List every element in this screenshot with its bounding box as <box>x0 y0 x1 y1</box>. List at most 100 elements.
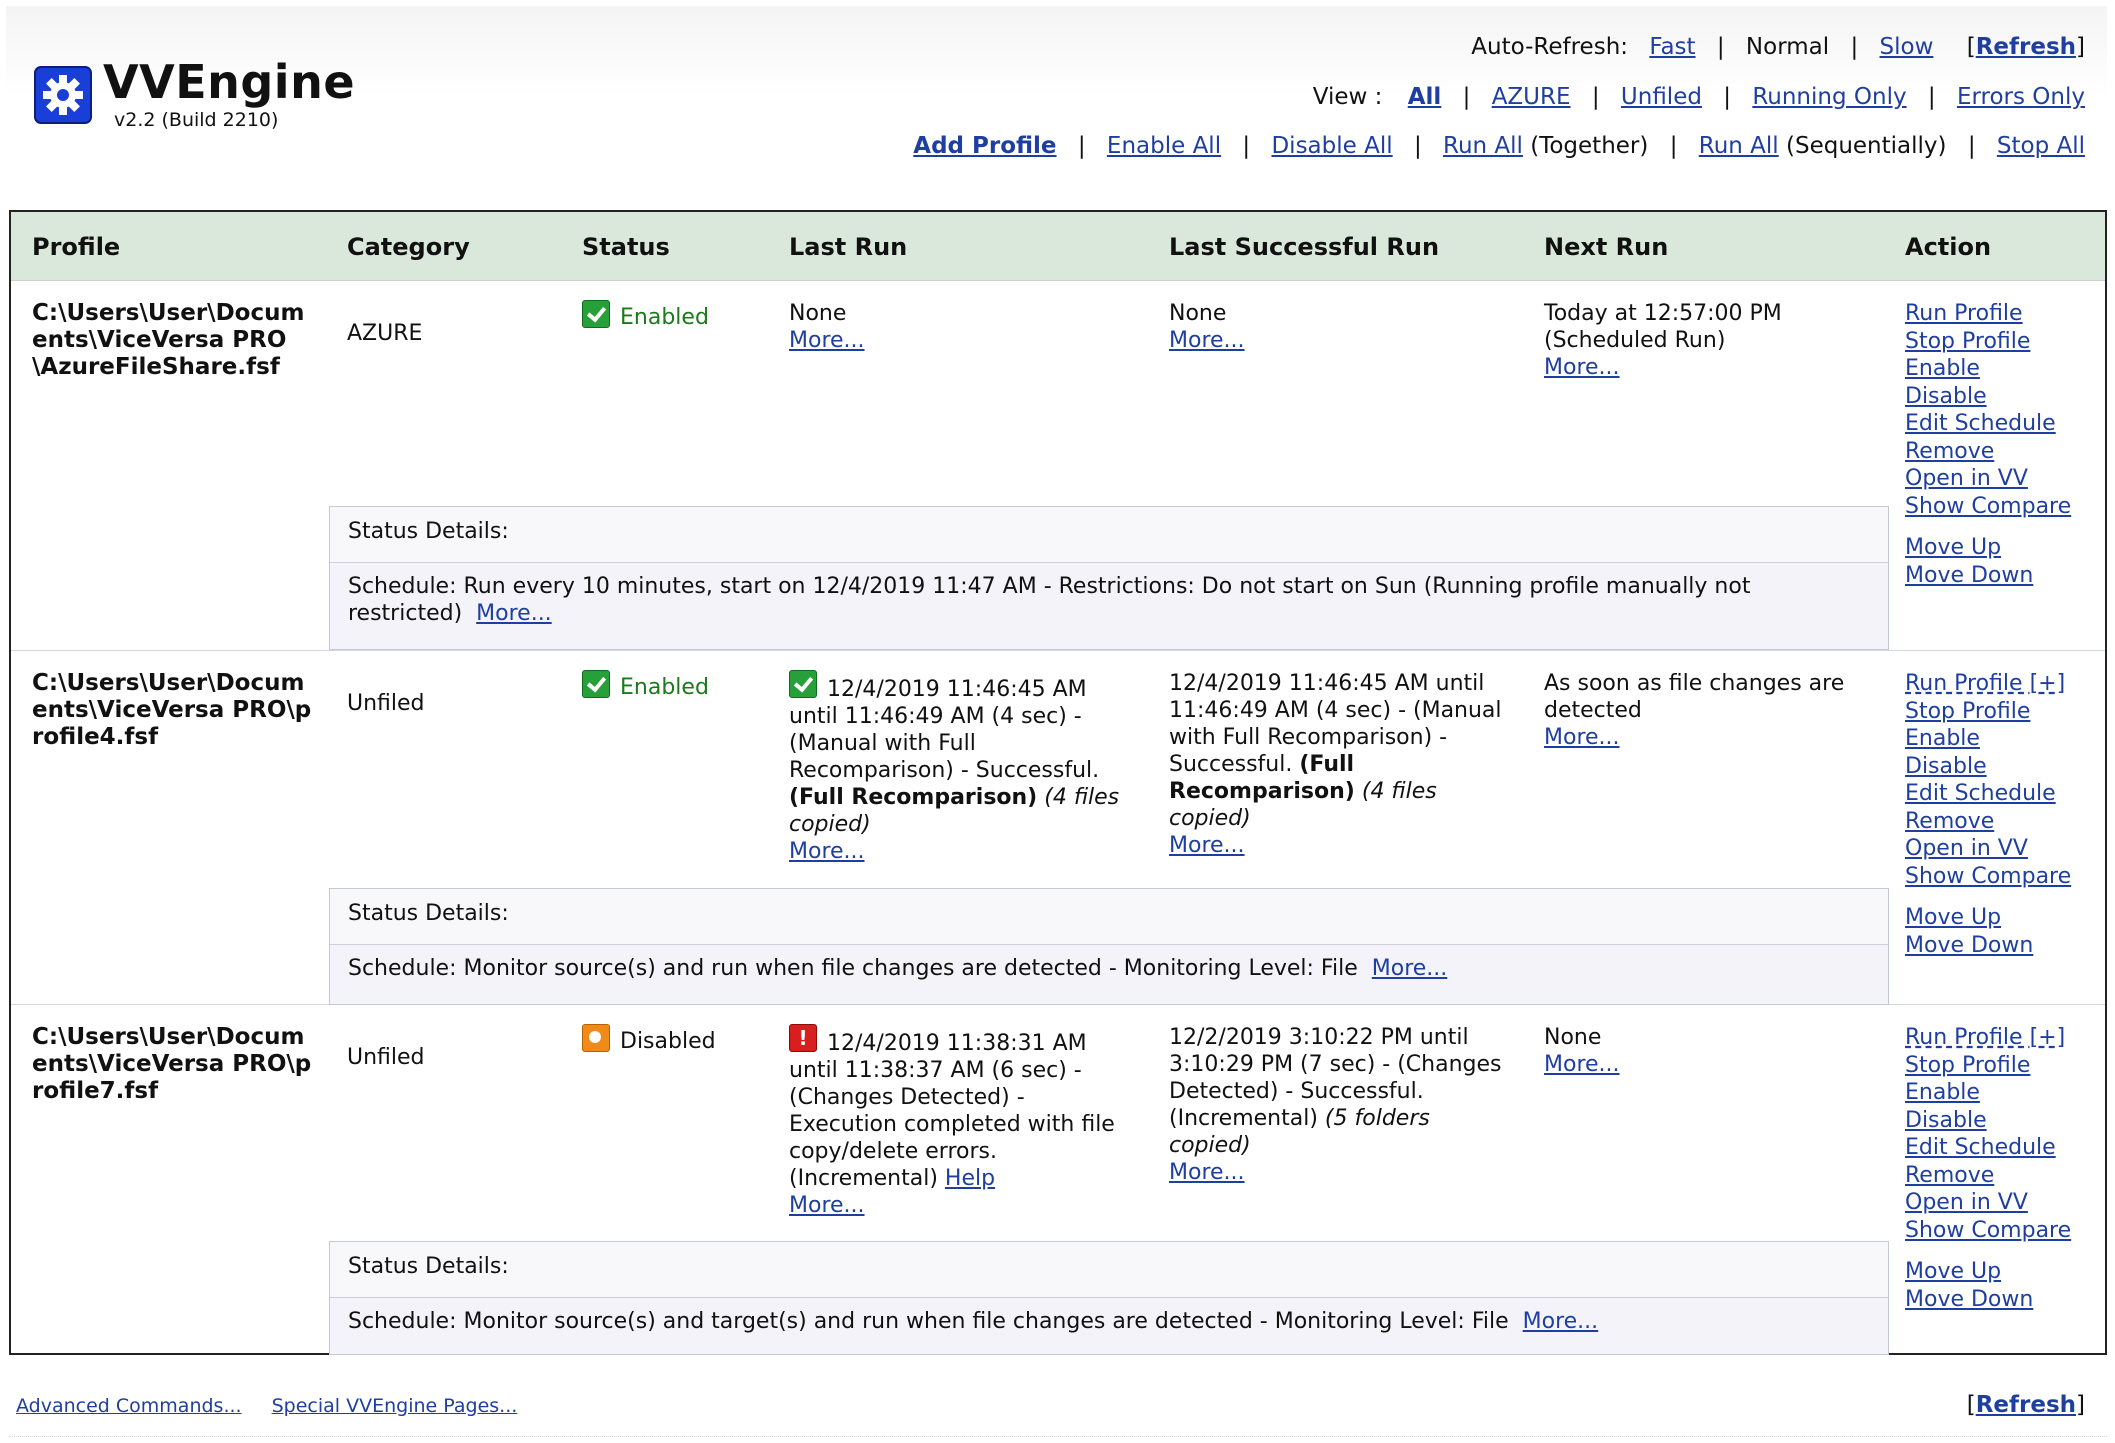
edit-schedule-link[interactable]: Edit Schedule <box>1905 781 2056 806</box>
run-profile-link[interactable]: Run Profile [+] <box>1905 1025 2065 1050</box>
help-link[interactable]: Help <box>945 1166 995 1191</box>
show-compare-link[interactable]: Show Compare <box>1905 1218 2071 1243</box>
disable-link[interactable]: Disable <box>1905 384 1987 409</box>
move-up-link[interactable]: Move Up <box>1905 905 2001 930</box>
stop-profile-link[interactable]: Stop Profile <box>1905 329 2030 354</box>
schedule-text: Schedule: Run every 10 minutes, start on… <box>348 574 1751 626</box>
move-up-link[interactable]: Move Up <box>1905 1259 2001 1284</box>
global-actions: Add Profile | Enable All | Disable All |… <box>913 133 2085 159</box>
enable-all-link[interactable]: Enable All <box>1107 133 1221 159</box>
auto-refresh-controls: Auto-Refresh: Fast | Normal | Slow [Refr… <box>1471 34 2085 60</box>
col-category: Category <box>347 233 470 261</box>
schedule-more-link[interactable]: More... <box>1372 956 1448 981</box>
next-run-cell: Today at 12:57:00 PM (Scheduled Run) Mor… <box>1544 300 1782 381</box>
schedule-more-link[interactable]: More... <box>476 601 552 626</box>
enable-link[interactable]: Enable <box>1905 1080 1980 1105</box>
last-success-text: None <box>1169 301 1227 326</box>
last-success-more-link[interactable]: More... <box>1169 1160 1245 1185</box>
profile-category: AZURE <box>347 321 423 346</box>
next-run-text: Today at 12:57:00 PM <box>1544 301 1782 326</box>
refresh-fast-link[interactable]: Fast <box>1649 34 1695 60</box>
status-details-label: Status Details: <box>348 1254 509 1279</box>
run-profile-link[interactable]: Run Profile <box>1905 301 2023 326</box>
open-in-vv-link[interactable]: Open in VV <box>1905 466 2028 491</box>
status-details-label: Status Details: <box>348 519 509 544</box>
app-version: v2.2 (Build 2210) <box>114 109 279 131</box>
last-success-more-link[interactable]: More... <box>1169 328 1245 353</box>
open-in-vv-link[interactable]: Open in VV <box>1905 836 2028 861</box>
run-all-sequential-link[interactable]: Run All <box>1699 133 1779 159</box>
status-details-label: Status Details: <box>348 901 509 926</box>
last-run-more-link[interactable]: More... <box>789 328 865 353</box>
profiles-table: Profile Category Status Last Run Last Su… <box>9 210 2107 1355</box>
run-profile-link[interactable]: Run Profile [+] <box>1905 671 2065 696</box>
move-down-link[interactable]: Move Down <box>1905 1287 2033 1312</box>
view-errors-link[interactable]: Errors Only <box>1957 84 2085 110</box>
special-pages-link[interactable]: Special VVEngine Pages... <box>272 1395 518 1417</box>
check-icon <box>582 300 610 328</box>
app-title: VVEngine <box>103 55 356 109</box>
run-all-together-link[interactable]: Run All <box>1443 133 1523 159</box>
footer-refresh-link[interactable]: Refresh <box>1976 1392 2076 1418</box>
profile-actions: Run Profile [+] Stop Profile Enable Disa… <box>1905 1024 2071 1313</box>
profile-path: C:\Users\User\Documents\ViceVersa PRO\Az… <box>32 300 305 380</box>
table-row: C:\Users\User\Documents\ViceVersa PRO\pr… <box>11 1004 2105 1355</box>
add-profile-link[interactable]: Add Profile <box>913 133 1056 159</box>
profile-category: Unfiled <box>347 1045 425 1070</box>
last-success-more-link[interactable]: More... <box>1169 833 1245 858</box>
status-details-panel: Status Details: Schedule: Monitor source… <box>329 888 1889 1005</box>
next-run-more-link[interactable]: More... <box>1544 355 1620 380</box>
stop-all-link[interactable]: Stop All <box>1997 133 2085 159</box>
schedule-more-link[interactable]: More... <box>1523 1309 1599 1334</box>
view-azure-link[interactable]: AZURE <box>1492 84 1571 110</box>
move-down-link[interactable]: Move Down <box>1905 563 2033 588</box>
edit-schedule-link[interactable]: Edit Schedule <box>1905 1135 2056 1160</box>
status-badge: Disabled <box>582 1024 716 1055</box>
last-run-more-link[interactable]: More... <box>789 1193 865 1218</box>
status-details-panel: Status Details: Schedule: Run every 10 m… <box>329 506 1889 650</box>
col-status: Status <box>582 233 670 261</box>
move-up-link[interactable]: Move Up <box>1905 535 2001 560</box>
show-compare-link[interactable]: Show Compare <box>1905 864 2071 889</box>
remove-link[interactable]: Remove <box>1905 809 1994 834</box>
next-run-more-link[interactable]: More... <box>1544 725 1620 750</box>
disable-link[interactable]: Disable <box>1905 754 1987 779</box>
col-last-run: Last Run <box>789 233 908 261</box>
profile-path: C:\Users\User\Documents\ViceVersa PRO\pr… <box>32 670 312 750</box>
table-row: C:\Users\User\Documents\ViceVersa PRO\pr… <box>11 650 2105 1005</box>
view-all-link[interactable]: All <box>1408 84 1442 110</box>
remove-link[interactable]: Remove <box>1905 1163 1994 1188</box>
advanced-commands-link[interactable]: Advanced Commands... <box>16 1395 242 1417</box>
check-icon <box>789 670 817 698</box>
view-running-link[interactable]: Running Only <box>1752 84 1906 110</box>
move-down-link[interactable]: Move Down <box>1905 933 2033 958</box>
enable-link[interactable]: Enable <box>1905 726 1980 751</box>
last-run-text: None <box>789 301 847 326</box>
edit-schedule-link[interactable]: Edit Schedule <box>1905 411 2056 436</box>
table-header: Profile Category Status Last Run Last Su… <box>11 212 2105 281</box>
col-next-run: Next Run <box>1544 233 1669 261</box>
enable-link[interactable]: Enable <box>1905 356 1980 381</box>
last-run-cell: 12/4/2019 11:46:45 AM until 11:46:49 AM … <box>789 670 1129 865</box>
disable-link[interactable]: Disable <box>1905 1108 1987 1133</box>
open-in-vv-link[interactable]: Open in VV <box>1905 1190 2028 1215</box>
show-compare-link[interactable]: Show Compare <box>1905 494 2071 519</box>
sequentially-label: (Sequentially) <box>1786 133 1947 159</box>
next-run-more-link[interactable]: More... <box>1544 1052 1620 1077</box>
check-icon <box>582 670 610 698</box>
status-badge: Enabled <box>582 300 709 331</box>
auto-refresh-label: Auto-Refresh: <box>1471 34 1629 60</box>
last-run-more-link[interactable]: More... <box>789 839 865 864</box>
stop-profile-link[interactable]: Stop Profile <box>1905 1053 2030 1078</box>
refresh-link[interactable]: Refresh <box>1976 34 2076 60</box>
view-filter-controls: View : All | AZURE | Unfiled | Running O… <box>1312 84 2085 110</box>
last-run-mode: (Full Recomparison) <box>789 785 1038 810</box>
refresh-slow-link[interactable]: Slow <box>1880 34 1934 60</box>
profile-actions: Run Profile [+] Stop Profile Enable Disa… <box>1905 670 2071 959</box>
disabled-icon <box>582 1024 610 1052</box>
remove-link[interactable]: Remove <box>1905 439 1994 464</box>
stop-profile-link[interactable]: Stop Profile <box>1905 699 2030 724</box>
next-run-type: (Scheduled Run) <box>1544 328 1726 353</box>
view-unfiled-link[interactable]: Unfiled <box>1621 84 1702 110</box>
disable-all-link[interactable]: Disable All <box>1271 133 1392 159</box>
